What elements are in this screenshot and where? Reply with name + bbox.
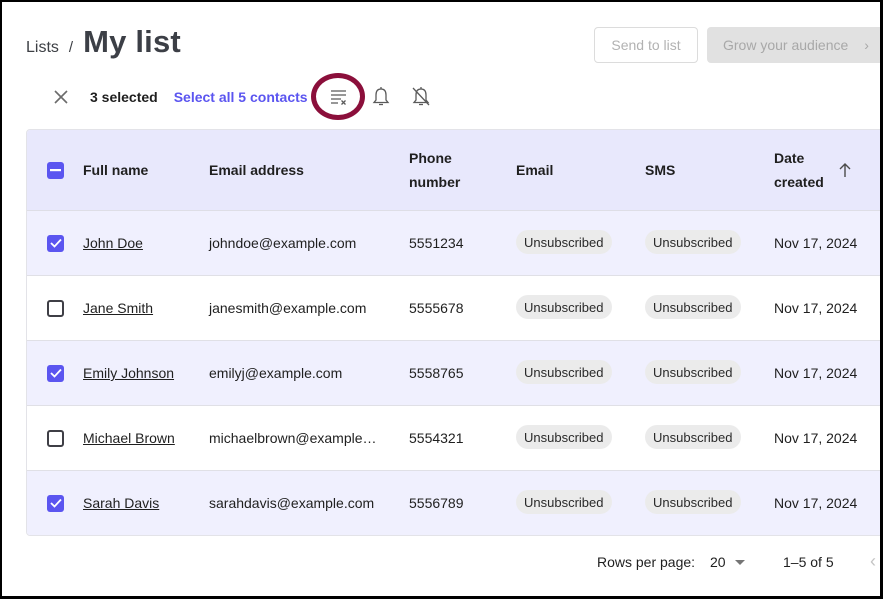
row-checkbox[interactable] xyxy=(47,429,64,447)
page-header: Lists / My list xyxy=(26,24,181,60)
column-header-sms[interactable]: SMS xyxy=(645,158,675,182)
date-cell: Nov 17, 2024 xyxy=(774,495,858,511)
phone-cell: 5551234 xyxy=(409,235,464,251)
phone-cell: 5556789 xyxy=(409,495,464,511)
email-status-chip: Unsubscribed xyxy=(516,360,612,384)
email-cell: johndoe@example.com xyxy=(209,235,357,251)
email-status-chip: Unsubscribed xyxy=(516,230,612,254)
column-header-email[interactable]: Email xyxy=(516,158,553,182)
arrow-up-icon[interactable] xyxy=(838,162,852,183)
date-cell: Nov 17, 2024 xyxy=(774,300,858,316)
email-cell: michaelbrown@example… xyxy=(209,430,377,446)
rows-per-page-value: 20 xyxy=(710,554,726,570)
bell-icon[interactable] xyxy=(367,83,395,111)
selected-count: 3 selected xyxy=(90,89,158,105)
sms-status-chip: Unsubscribed xyxy=(645,230,741,254)
row-checkbox[interactable] xyxy=(47,234,64,252)
email-cell: sarahdavis@example.com xyxy=(209,495,375,511)
checkmark-icon xyxy=(49,498,62,508)
phone-cell: 5555678 xyxy=(409,300,464,316)
grow-audience-button[interactable]: Grow your audience › xyxy=(707,27,883,63)
table-row[interactable]: Emily Johnson emilyj@example.com 5558765… xyxy=(27,341,883,406)
caret-down-icon xyxy=(734,559,745,565)
rows-per-page-label: Rows per page: xyxy=(597,554,696,570)
email-status-chip: Unsubscribed xyxy=(516,425,612,449)
phone-header-line-1: Phone xyxy=(409,150,452,166)
column-header-email-address[interactable]: Email address xyxy=(209,158,304,182)
sms-status-chip: Unsubscribed xyxy=(645,490,741,514)
contact-name-link[interactable]: Emily Johnson xyxy=(83,365,174,381)
pagination-range: 1–5 of 5 xyxy=(783,554,834,570)
phone-cell: 5558765 xyxy=(409,365,464,381)
breadcrumb-lists[interactable]: Lists xyxy=(26,39,59,57)
table-header: Full name Email address Phone number Ema… xyxy=(27,130,883,211)
rows-per-page-select[interactable]: 20 xyxy=(710,554,745,570)
select-all-checkbox[interactable] xyxy=(47,162,64,179)
contact-name-link[interactable]: John Doe xyxy=(83,235,143,251)
column-header-date-created[interactable]: Date created xyxy=(774,146,824,194)
email-cell: emilyj@example.com xyxy=(209,365,343,381)
sms-status-chip: Unsubscribed xyxy=(645,425,741,449)
contact-name-link[interactable]: Jane Smith xyxy=(83,300,153,316)
contact-name-link[interactable]: Sarah Davis xyxy=(83,495,159,511)
grow-audience-label: Grow your audience xyxy=(723,37,849,53)
column-header-phone-number[interactable]: Phone number xyxy=(409,146,460,194)
row-checkbox[interactable] xyxy=(47,364,64,382)
email-status-chip: Unsubscribed xyxy=(516,490,612,514)
date-cell: Nov 17, 2024 xyxy=(774,430,858,446)
select-all-link[interactable]: Select all 5 contacts xyxy=(174,89,308,105)
breadcrumb-separator: / xyxy=(68,39,74,56)
table-row[interactable]: John Doe johndoe@example.com 5551234 Uns… xyxy=(27,211,883,276)
table-body: John Doe johndoe@example.com 5551234 Uns… xyxy=(27,211,883,535)
date-header-line-1: Date xyxy=(774,150,805,166)
selection-toolbar: 3 selected Select all 5 contacts xyxy=(50,82,435,112)
chevron-right-icon: › xyxy=(864,37,869,53)
date-header-line-2: created xyxy=(774,174,824,190)
date-cell: Nov 17, 2024 xyxy=(774,235,858,251)
page-title: My list xyxy=(83,24,181,59)
email-cell: janesmith@example.com xyxy=(209,300,367,316)
table-row[interactable]: Michael Brown michaelbrown@example… 5554… xyxy=(27,406,883,471)
checkmark-icon xyxy=(49,368,62,378)
bell-off-icon[interactable] xyxy=(407,83,435,111)
column-header-full-name[interactable]: Full name xyxy=(83,158,148,182)
row-checkbox[interactable] xyxy=(47,494,64,512)
close-icon[interactable] xyxy=(50,86,72,108)
checkmark-icon xyxy=(49,238,62,248)
pagination: Rows per page: 20 1–5 of 5 ‹ xyxy=(0,548,883,576)
phone-cell: 5554321 xyxy=(409,430,464,446)
table-row[interactable]: Jane Smith janesmith@example.com 5555678… xyxy=(27,276,883,341)
email-status-chip: Unsubscribed xyxy=(516,295,612,319)
highlight-ring xyxy=(311,73,365,120)
contact-name-link[interactable]: Michael Brown xyxy=(83,430,175,446)
row-checkbox[interactable] xyxy=(47,299,64,317)
send-to-list-button[interactable]: Send to list xyxy=(594,27,698,63)
chevron-left-icon[interactable]: ‹ xyxy=(870,551,876,572)
contacts-table: Full name Email address Phone number Ema… xyxy=(26,129,883,536)
date-cell: Nov 17, 2024 xyxy=(774,365,858,381)
sms-status-chip: Unsubscribed xyxy=(645,295,741,319)
sms-status-chip: Unsubscribed xyxy=(645,360,741,384)
phone-header-line-2: number xyxy=(409,174,461,190)
table-row[interactable]: Sarah Davis sarahdavis@example.com 55567… xyxy=(27,471,883,535)
